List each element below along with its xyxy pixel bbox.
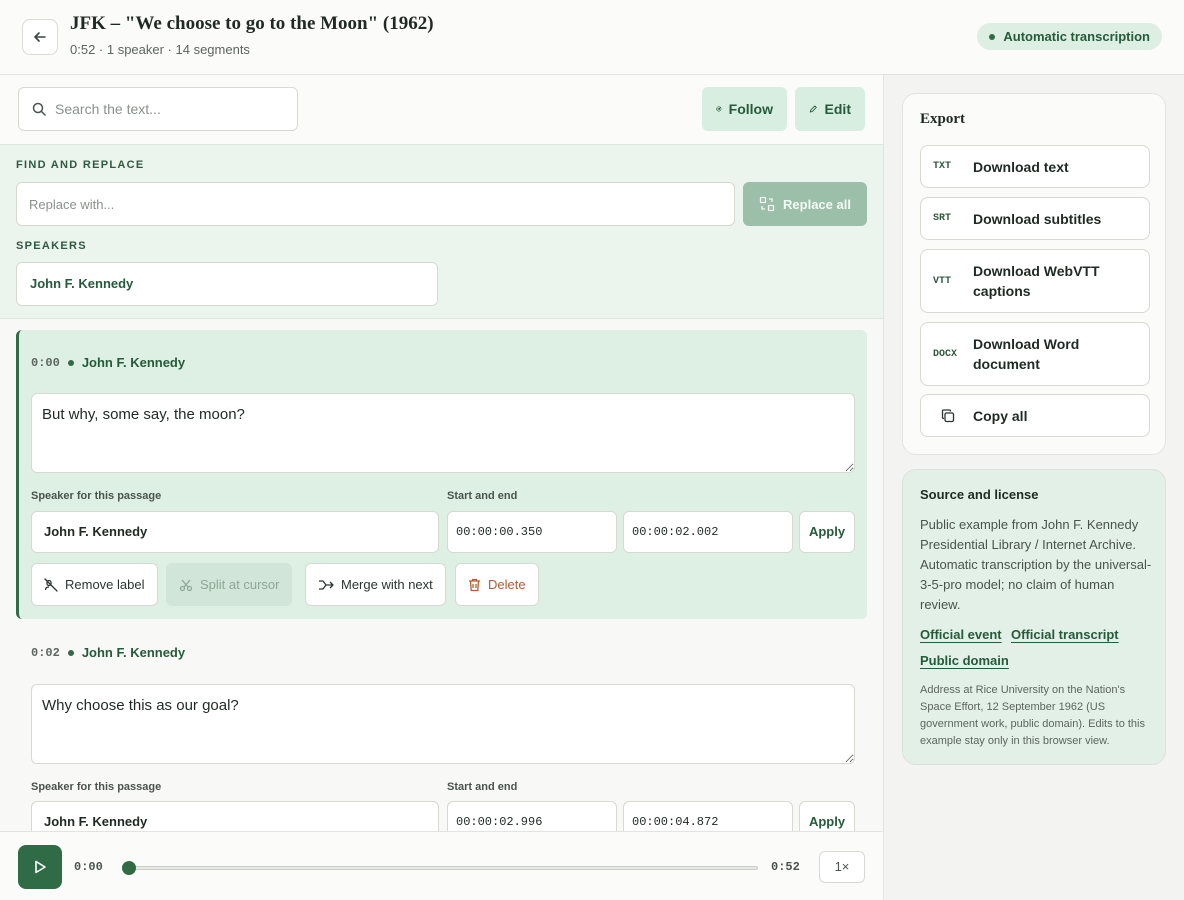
page-title: JFK – "We choose to go to the Moon" (196…	[70, 13, 434, 34]
segment-text-editor[interactable]: Why choose this as our goal?	[31, 684, 855, 764]
format-tag: VTT	[933, 275, 952, 287]
speaker-name-field[interactable]: John F. Kennedy	[16, 262, 438, 306]
transcript-editor: Follow Edit FIND AND REPLACE Replace all…	[0, 75, 884, 831]
replace-icon	[759, 196, 775, 212]
replace-all-label: Replace all	[783, 196, 851, 212]
tools-panel: FIND AND REPLACE Replace all SPEAKERS Jo…	[0, 144, 883, 319]
scissors-icon	[179, 579, 193, 591]
delete-text: Delete	[488, 577, 526, 592]
public-domain-link[interactable]: Public domain	[920, 653, 1009, 668]
format-tag: TXT	[933, 161, 952, 172]
total-time: 0:52	[771, 860, 800, 874]
target-icon	[716, 106, 722, 112]
search-input[interactable]	[55, 88, 291, 130]
download-word-button[interactable]: DOCX Download Word document	[920, 322, 1150, 386]
remove-label-button[interactable]: Remove label	[31, 563, 158, 606]
export-label: Download Word document	[973, 336, 1080, 372]
replace-input[interactable]	[16, 182, 735, 226]
speaker-dot	[67, 649, 74, 656]
arrow-left-icon	[34, 32, 46, 42]
back-button[interactable]	[22, 19, 58, 55]
status-badge: Automatic transcription	[977, 23, 1162, 50]
format-tag: SRT	[933, 213, 952, 224]
end-time-field[interactable]: 00:00:04.872	[623, 801, 793, 831]
timing-label: Start and end	[447, 781, 518, 793]
export-label: Download WebVTT captions	[973, 263, 1100, 299]
start-time-field[interactable]: 00:00:02.996	[447, 801, 617, 831]
export-label: Download subtitles	[973, 210, 1102, 227]
delete-segment-button[interactable]: Delete	[455, 563, 539, 606]
seek-thumb[interactable]	[122, 861, 136, 875]
split-at-cursor-button[interactable]: Split at cursor	[166, 563, 293, 606]
edit-label: Edit	[824, 101, 851, 117]
segment: 0:02 John F. Kennedy Why choose this as …	[16, 621, 867, 831]
merge-text: Merge with next	[341, 577, 433, 592]
segment-text-editor[interactable]: But why, some say, the moon?	[31, 393, 855, 473]
segment-time[interactable]: 0:00	[31, 356, 60, 370]
trash-icon	[469, 578, 480, 591]
official-event-link[interactable]: Official event	[920, 627, 1002, 642]
segment-active: 0:00 John F. Kennedy But why, some say, …	[16, 330, 867, 619]
page-subtitle: 0:52 · 1 speaker · 14 segments	[70, 42, 250, 57]
copy-icon	[941, 408, 955, 422]
export-label: Copy all	[973, 407, 1028, 424]
header: JFK – "We choose to go to the Moon" (196…	[0, 0, 1184, 75]
split-text: Split at cursor	[200, 577, 280, 592]
pencil-icon	[809, 105, 817, 113]
source-text: Public example from John F. Kennedy Pres…	[920, 517, 1152, 612]
replace-all-button[interactable]: Replace all	[743, 182, 867, 226]
follow-button[interactable]: Follow	[702, 87, 787, 131]
official-transcript-link[interactable]: Official transcript	[1011, 627, 1119, 642]
speaker-field-label: Speaker for this passage	[31, 781, 162, 793]
timing-label: Start and end	[447, 490, 518, 502]
play-button[interactable]	[18, 845, 62, 889]
export-card: Export TXT Download text SRT Download su…	[902, 93, 1166, 455]
segment-header: 0:00 John F. Kennedy	[31, 355, 185, 370]
segment-speaker: John F. Kennedy	[81, 355, 186, 370]
merge-with-next-button[interactable]: Merge with next	[305, 563, 446, 606]
tag-off-icon	[44, 577, 58, 592]
start-time-field[interactable]: 00:00:00.350	[447, 511, 617, 553]
find-replace-label: FIND AND REPLACE	[16, 159, 145, 171]
speaker-dot	[67, 359, 74, 366]
speaker-field-label: Speaker for this passage	[31, 490, 162, 502]
toolbar: Follow Edit	[0, 75, 883, 144]
merge-icon	[319, 579, 334, 590]
download-webvtt-button[interactable]: VTT Download WebVTT captions	[920, 249, 1150, 313]
sidebar: Export TXT Download text SRT Download su…	[884, 75, 1184, 900]
copy-all-button[interactable]: Copy all	[920, 394, 1150, 437]
download-text-button[interactable]: TXT Download text	[920, 145, 1150, 188]
remove-label-text: Remove label	[65, 577, 145, 592]
export-label: Download text	[973, 158, 1069, 175]
seek-track[interactable]	[123, 866, 758, 870]
current-time: 0:00	[74, 860, 103, 874]
segment-speaker-field[interactable]: John F. Kennedy	[31, 511, 439, 553]
segment-speaker-field[interactable]: John F. Kennedy	[31, 801, 439, 831]
format-tag: DOCX	[933, 348, 958, 360]
play-icon	[35, 860, 46, 874]
audio-player: 0:00 0:52 1×	[0, 831, 884, 900]
export-title: Export	[920, 111, 965, 127]
segment-speaker: John F. Kennedy	[81, 645, 186, 660]
edit-button[interactable]: Edit	[795, 87, 865, 131]
apply-button[interactable]: Apply	[799, 801, 855, 831]
segment-header: 0:02 John F. Kennedy	[31, 645, 185, 660]
end-time-field[interactable]: 00:00:02.002	[623, 511, 793, 553]
playback-speed-button[interactable]: 1×	[819, 851, 865, 883]
speakers-label: SPEAKERS	[16, 240, 87, 252]
source-title: Source and license	[920, 487, 1039, 502]
apply-button[interactable]: Apply	[799, 511, 855, 553]
search-box[interactable]	[18, 87, 298, 131]
source-card: Source and license Public example from J…	[902, 469, 1166, 765]
source-note: Address at Rice University on the Nation…	[920, 684, 1145, 747]
search-icon	[32, 102, 46, 116]
segment-time[interactable]: 0:02	[31, 646, 60, 660]
follow-label: Follow	[728, 101, 773, 117]
download-subtitles-button[interactable]: SRT Download subtitles	[920, 197, 1150, 240]
